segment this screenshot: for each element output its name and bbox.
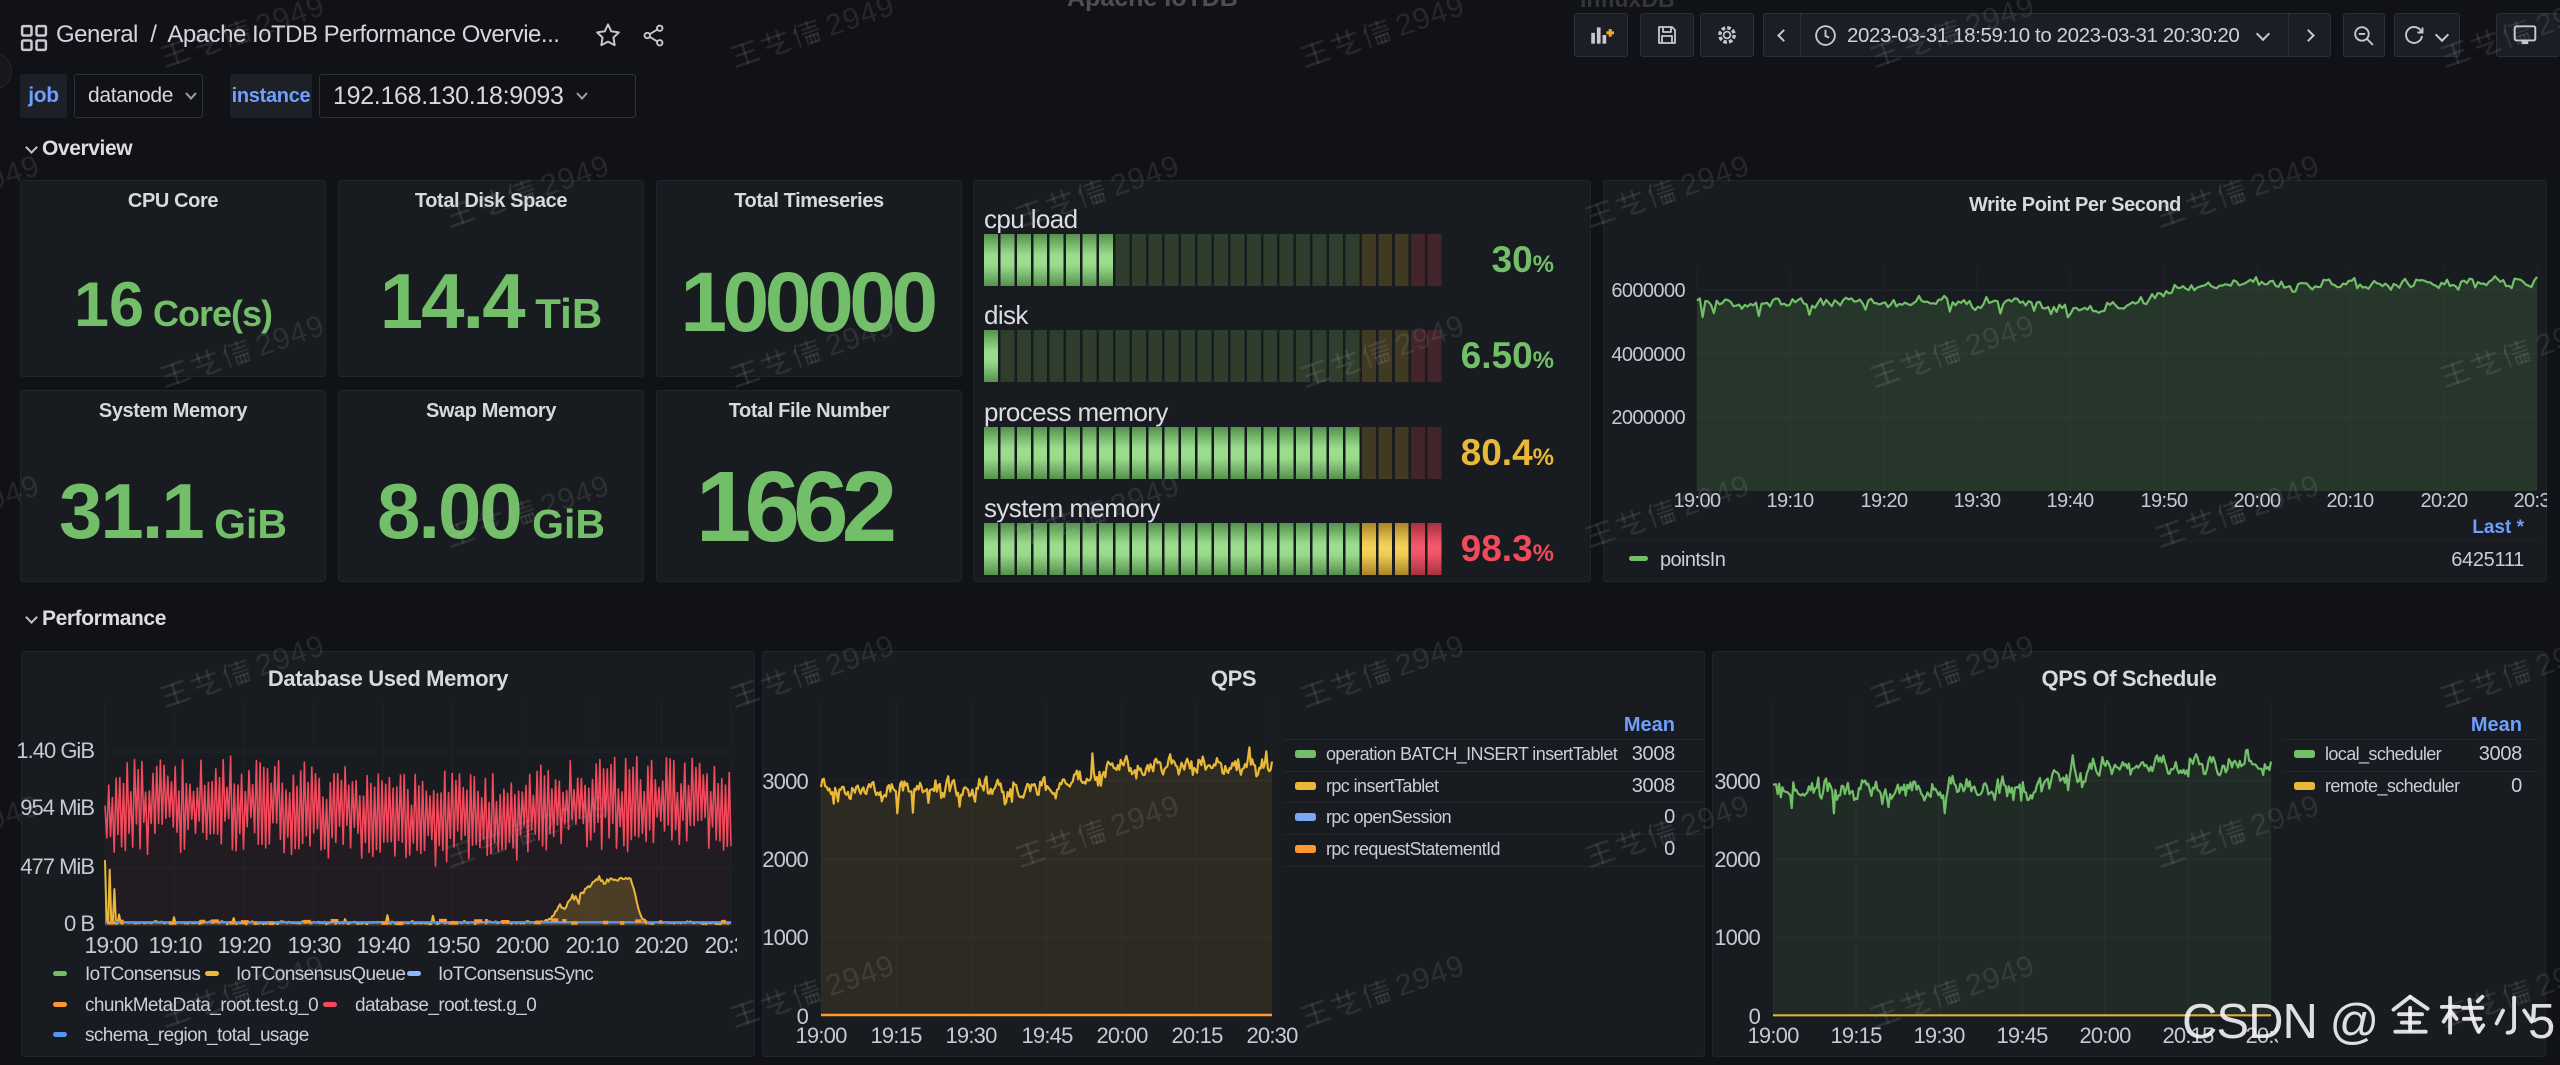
- svg-text:CSDN @: CSDN @: [2182, 995, 2378, 1049]
- svg-text:5: 5: [2528, 995, 2555, 1049]
